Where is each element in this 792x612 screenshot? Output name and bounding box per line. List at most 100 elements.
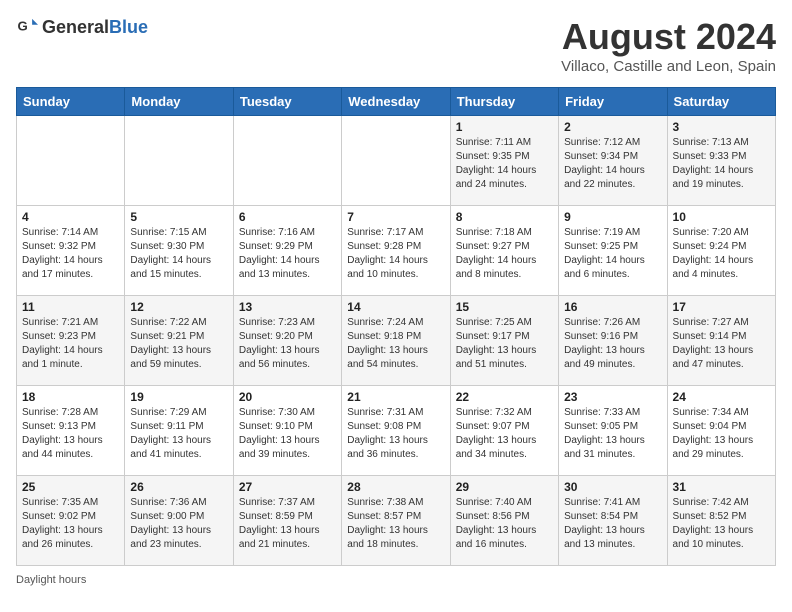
calendar-cell: 8 Sunrise: 7:18 AM Sunset: 9:27 PM Daylig… <box>450 206 558 296</box>
day-detail: Sunrise: 7:36 AM Sunset: 9:00 PM Dayligh… <box>130 496 227 552</box>
day-number: 18 <box>22 390 119 404</box>
calendar-cell <box>17 116 125 206</box>
day-number: 5 <box>130 210 227 224</box>
day-detail: Sunrise: 7:38 AM Sunset: 8:57 PM Dayligh… <box>347 496 444 552</box>
calendar-cell: 19Sunrise: 7:29 AM Sunset: 9:11 PM Dayli… <box>125 386 233 476</box>
column-header-saturday: Saturday <box>667 88 775 116</box>
day-number: 30 <box>564 480 661 494</box>
day-number: 28 <box>347 480 444 494</box>
calendar-cell: 14Sunrise: 7:24 AM Sunset: 9:18 PM Dayli… <box>342 296 450 386</box>
day-number: 20 <box>239 390 336 404</box>
logo-text-blue: Blue <box>109 17 148 37</box>
calendar-header-row: SundayMondayTuesdayWednesdayThursdayFrid… <box>17 88 776 116</box>
calendar-week-row: 4Sunrise: 7:14 AM Sunset: 9:32 PM Daylig… <box>17 206 776 296</box>
calendar-cell: 11Sunrise: 7:21 AM Sunset: 9:23 PM Dayli… <box>17 296 125 386</box>
day-detail: Sunrise: 7:41 AM Sunset: 8:54 PM Dayligh… <box>564 496 661 552</box>
day-number: 6 <box>239 210 336 224</box>
day-detail: Sunrise: 7:26 AM Sunset: 9:16 PM Dayligh… <box>564 316 661 372</box>
calendar-cell: 1Sunrise: 7:11 AM Sunset: 9:35 PM Daylig… <box>450 116 558 206</box>
calendar-cell: 5 Sunrise: 7:15 AM Sunset: 9:30 PM Daylig… <box>125 206 233 296</box>
day-number: 17 <box>673 300 770 314</box>
day-number: 25 <box>22 480 119 494</box>
calendar-cell: 6Sunrise: 7:16 AM Sunset: 9:29 PM Daylig… <box>233 206 341 296</box>
main-title: August 2024 <box>561 16 776 58</box>
calendar-cell: 17Sunrise: 7:27 AM Sunset: 9:14 PM Dayli… <box>667 296 775 386</box>
day-detail: Sunrise: 7:14 AM Sunset: 9:32 PM Dayligh… <box>22 226 119 282</box>
day-detail: Sunrise: 7:34 AM Sunset: 9:04 PM Dayligh… <box>673 406 770 462</box>
calendar-cell: 29 Sunrise: 7:40 AM Sunset: 8:56 PM Dayli… <box>450 476 558 566</box>
logo-text-general: General <box>42 17 109 37</box>
calendar-week-row: 18Sunrise: 7:28 AM Sunset: 9:13 PM Dayli… <box>17 386 776 476</box>
logo-icon: G <box>16 16 38 38</box>
calendar-week-row: 11Sunrise: 7:21 AM Sunset: 9:23 PM Dayli… <box>17 296 776 386</box>
daylight-hours-label: Daylight hours <box>16 574 86 586</box>
day-number: 24 <box>673 390 770 404</box>
calendar-cell: 26 Sunrise: 7:36 AM Sunset: 9:00 PM Dayli… <box>125 476 233 566</box>
day-number: 7 <box>347 210 444 224</box>
calendar-week-row: 25Sunrise: 7:35 AM Sunset: 9:02 PM Dayli… <box>17 476 776 566</box>
calendar-cell: 20 Sunrise: 7:30 AM Sunset: 9:10 PM Dayli… <box>233 386 341 476</box>
day-detail: Sunrise: 7:20 AM Sunset: 9:24 PM Dayligh… <box>673 226 770 282</box>
calendar-cell: 2Sunrise: 7:12 AM Sunset: 9:34 PM Daylig… <box>559 116 667 206</box>
day-number: 3 <box>673 120 770 134</box>
calendar-cell: 28 Sunrise: 7:38 AM Sunset: 8:57 PM Dayli… <box>342 476 450 566</box>
day-number: 26 <box>130 480 227 494</box>
column-header-wednesday: Wednesday <box>342 88 450 116</box>
calendar-cell: 7Sunrise: 7:17 AM Sunset: 9:28 PM Daylig… <box>342 206 450 296</box>
column-header-friday: Friday <box>559 88 667 116</box>
calendar-cell: 23 Sunrise: 7:33 AM Sunset: 9:05 PM Dayli… <box>559 386 667 476</box>
day-detail: Sunrise: 7:19 AM Sunset: 9:25 PM Dayligh… <box>564 226 661 282</box>
calendar-cell: 15Sunrise: 7:25 AM Sunset: 9:17 PM Dayli… <box>450 296 558 386</box>
calendar-cell: 22Sunrise: 7:32 AM Sunset: 9:07 PM Dayli… <box>450 386 558 476</box>
footer-area: Daylight hours <box>16 574 776 586</box>
calendar-cell: 9 Sunrise: 7:19 AM Sunset: 9:25 PM Daylig… <box>559 206 667 296</box>
day-number: 1 <box>456 120 553 134</box>
title-area: August 2024 Villaco, Castille and Leon, … <box>561 16 776 75</box>
day-detail: Sunrise: 7:12 AM Sunset: 9:34 PM Dayligh… <box>564 136 661 192</box>
calendar-cell: 21 Sunrise: 7:31 AM Sunset: 9:08 PM Dayli… <box>342 386 450 476</box>
day-number: 9 <box>564 210 661 224</box>
calendar-cell: 25Sunrise: 7:35 AM Sunset: 9:02 PM Dayli… <box>17 476 125 566</box>
subtitle: Villaco, Castille and Leon, Spain <box>561 58 776 75</box>
day-number: 21 <box>347 390 444 404</box>
calendar-cell: 10 Sunrise: 7:20 AM Sunset: 9:24 PM Dayli… <box>667 206 775 296</box>
day-number: 15 <box>456 300 553 314</box>
day-detail: Sunrise: 7:23 AM Sunset: 9:20 PM Dayligh… <box>239 316 336 372</box>
day-number: 16 <box>564 300 661 314</box>
calendar-cell: 27Sunrise: 7:37 AM Sunset: 8:59 PM Dayli… <box>233 476 341 566</box>
column-header-tuesday: Tuesday <box>233 88 341 116</box>
day-number: 27 <box>239 480 336 494</box>
day-number: 14 <box>347 300 444 314</box>
day-detail: Sunrise: 7:22 AM Sunset: 9:21 PM Dayligh… <box>130 316 227 372</box>
day-number: 29 <box>456 480 553 494</box>
calendar-cell <box>125 116 233 206</box>
calendar-cell: 4Sunrise: 7:14 AM Sunset: 9:32 PM Daylig… <box>17 206 125 296</box>
calendar-cell: 18Sunrise: 7:28 AM Sunset: 9:13 PM Dayli… <box>17 386 125 476</box>
day-detail: Sunrise: 7:30 AM Sunset: 9:10 PM Dayligh… <box>239 406 336 462</box>
calendar-cell: 31Sunrise: 7:42 AM Sunset: 8:52 PM Dayli… <box>667 476 775 566</box>
day-detail: Sunrise: 7:40 AM Sunset: 8:56 PM Dayligh… <box>456 496 553 552</box>
column-header-monday: Monday <box>125 88 233 116</box>
day-number: 12 <box>130 300 227 314</box>
day-number: 23 <box>564 390 661 404</box>
calendar-cell: 16 Sunrise: 7:26 AM Sunset: 9:16 PM Dayli… <box>559 296 667 386</box>
calendar-cell: 12 Sunrise: 7:22 AM Sunset: 9:21 PM Dayli… <box>125 296 233 386</box>
day-detail: Sunrise: 7:18 AM Sunset: 9:27 PM Dayligh… <box>456 226 553 282</box>
calendar-cell: 30 Sunrise: 7:41 AM Sunset: 8:54 PM Dayli… <box>559 476 667 566</box>
day-number: 8 <box>456 210 553 224</box>
day-number: 13 <box>239 300 336 314</box>
day-detail: Sunrise: 7:31 AM Sunset: 9:08 PM Dayligh… <box>347 406 444 462</box>
day-detail: Sunrise: 7:13 AM Sunset: 9:33 PM Dayligh… <box>673 136 770 192</box>
day-detail: Sunrise: 7:33 AM Sunset: 9:05 PM Dayligh… <box>564 406 661 462</box>
header: G GeneralBlue August 2024 Villaco, Casti… <box>16 16 776 75</box>
day-detail: Sunrise: 7:15 AM Sunset: 9:30 PM Dayligh… <box>130 226 227 282</box>
day-number: 31 <box>673 480 770 494</box>
calendar-week-row: 1Sunrise: 7:11 AM Sunset: 9:35 PM Daylig… <box>17 116 776 206</box>
logo: G GeneralBlue <box>16 16 148 38</box>
calendar-cell: 13 Sunrise: 7:23 AM Sunset: 9:20 PM Dayli… <box>233 296 341 386</box>
day-number: 10 <box>673 210 770 224</box>
svg-text:G: G <box>17 19 27 34</box>
day-detail: Sunrise: 7:21 AM Sunset: 9:23 PM Dayligh… <box>22 316 119 372</box>
column-header-thursday: Thursday <box>450 88 558 116</box>
day-number: 19 <box>130 390 227 404</box>
